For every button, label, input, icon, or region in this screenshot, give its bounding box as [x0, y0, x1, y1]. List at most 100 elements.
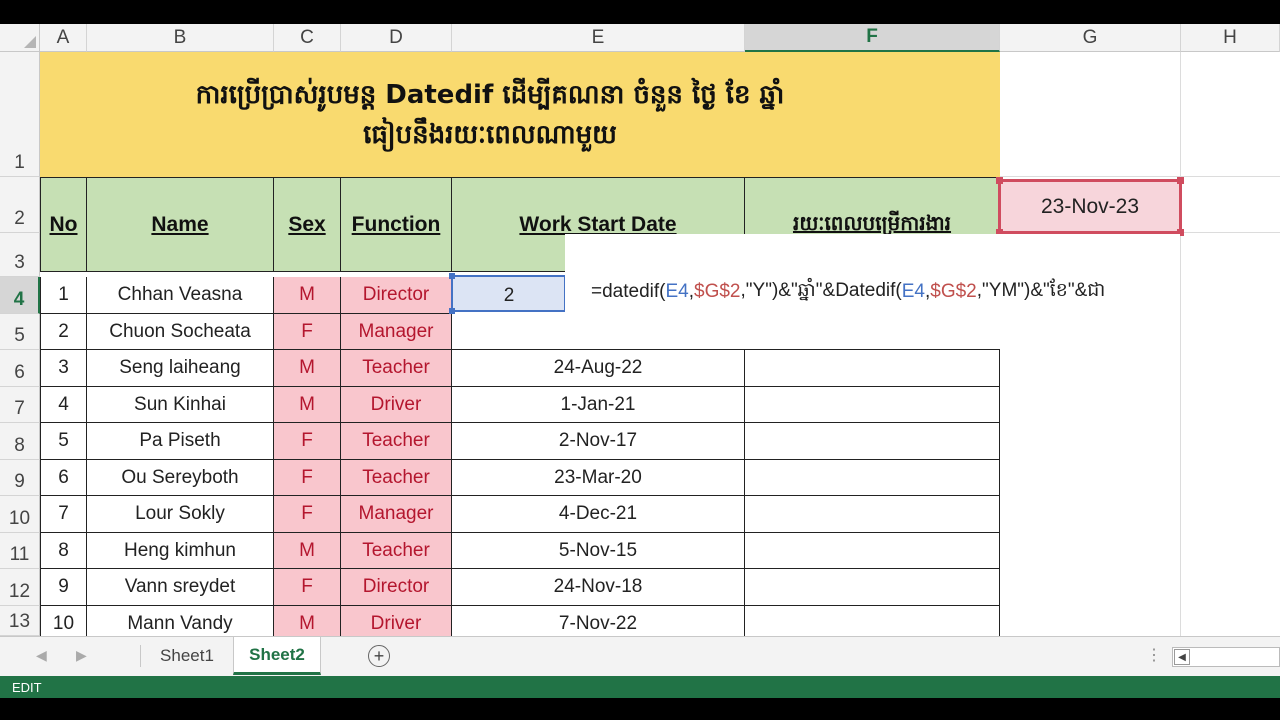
cell-function[interactable]: Director	[341, 277, 452, 314]
cell-date[interactable]: 5-Nov-15	[452, 533, 745, 569]
cell-duration[interactable]	[745, 569, 1000, 606]
cell-name[interactable]: Mann Vandy	[87, 606, 274, 636]
range-handle[interactable]	[1177, 177, 1184, 184]
row-header-4[interactable]: 4	[0, 277, 40, 314]
select-all-corner[interactable]	[0, 24, 40, 52]
cell-date[interactable]: 1-Jan-21	[452, 387, 745, 423]
formula-edit-box[interactable]: =datedif(E4, $G$2 ,"Y")&"ឆ្នាំ"&Datedif(E4…	[565, 234, 1180, 349]
cell-function[interactable]: Teacher	[341, 533, 452, 569]
col-header-c[interactable]: C	[274, 24, 341, 52]
cell-sex[interactable]: F	[274, 423, 341, 460]
cell-date[interactable]: 7-Nov-22	[452, 606, 745, 636]
cell-function[interactable]: Teacher	[341, 423, 452, 460]
cell-no[interactable]: 4	[40, 387, 87, 423]
cell-sex[interactable]: M	[274, 350, 341, 387]
col-header-d[interactable]: D	[341, 24, 452, 52]
cell-duration[interactable]	[745, 460, 1000, 496]
cell-date[interactable]: 24-Nov-18	[452, 569, 745, 606]
tab-scroll-left-icon[interactable]: ◀	[36, 647, 47, 664]
range-handle[interactable]	[996, 177, 1003, 184]
cell-duration[interactable]	[745, 606, 1000, 636]
row-header-5[interactable]: 5	[0, 314, 40, 350]
tab-scroll-right-icon[interactable]: ▶	[76, 647, 87, 664]
add-sheet-icon[interactable]: +	[368, 645, 390, 667]
cell-date[interactable]: 24-Aug-22	[452, 350, 745, 387]
cell-function[interactable]: Director	[341, 569, 452, 606]
cell-no[interactable]: 10	[40, 606, 87, 636]
formula-part: =datedif(	[591, 280, 666, 302]
spreadsheet-grid[interactable]: A B C D E F G H 1 2 3 4 5 6 7 8 9 10 11 …	[0, 24, 1280, 636]
scroll-left-icon[interactable]: ◀	[1174, 649, 1190, 665]
cell-name[interactable]: Heng kimhun	[87, 533, 274, 569]
cell-duration[interactable]	[745, 387, 1000, 423]
cell-date[interactable]: 23-Mar-20	[452, 460, 745, 496]
col-header-g[interactable]: G	[1000, 24, 1181, 52]
cell-no[interactable]: 3	[40, 350, 87, 387]
formula-ref-e4: E4	[901, 280, 925, 302]
row-header-7[interactable]: 7	[0, 387, 40, 423]
header-sex[interactable]: Sex	[274, 177, 341, 272]
cell-no[interactable]: 6	[40, 460, 87, 496]
cell-function[interactable]: Manager	[341, 314, 452, 350]
cell-name[interactable]: Sun Kinhai	[87, 387, 274, 423]
cell-function[interactable]: Teacher	[341, 350, 452, 387]
cell-sex[interactable]: F	[274, 496, 341, 533]
cell-sex[interactable]: F	[274, 314, 341, 350]
col-header-b[interactable]: B	[87, 24, 274, 52]
cell-name[interactable]: Pa Piseth	[87, 423, 274, 460]
row-header-6[interactable]: 6	[0, 350, 40, 387]
cell-name[interactable]: Lour Sokly	[87, 496, 274, 533]
row-header-3[interactable]: 3	[0, 233, 40, 277]
header-name[interactable]: Name	[87, 177, 274, 272]
more-options-icon[interactable]: ⋮	[1146, 645, 1162, 665]
title-banner[interactable]: ការប្រើប្រាស់រូបមន្ត Datedif ដើម្បីគណនា …	[40, 52, 1000, 177]
row-header-9[interactable]: 9	[0, 460, 40, 496]
formula-part: ,"Y")&"ឆ្នាំ"&Datedif(	[740, 279, 902, 301]
row-header-10[interactable]: 10	[0, 496, 40, 533]
cell-date[interactable]: 2-Nov-17	[452, 423, 745, 460]
cell-name[interactable]: Vann sreydet	[87, 569, 274, 606]
row-header-8[interactable]: 8	[0, 423, 40, 460]
cell-sex[interactable]: F	[274, 460, 341, 496]
cell-no[interactable]: 8	[40, 533, 87, 569]
cell-sex[interactable]: M	[274, 606, 341, 636]
cell-duration[interactable]	[745, 496, 1000, 533]
cell-sex[interactable]: M	[274, 533, 341, 569]
cell-function[interactable]: Manager	[341, 496, 452, 533]
cell-function[interactable]: Teacher	[341, 460, 452, 496]
cell-date[interactable]: 4-Dec-21	[452, 496, 745, 533]
reference-date-cell[interactable]: 23-Nov-23	[996, 177, 1184, 236]
header-function[interactable]: Function	[341, 177, 452, 272]
cell-duration[interactable]	[745, 423, 1000, 460]
cell-no[interactable]: 1	[40, 277, 87, 314]
cell-no[interactable]: 9	[40, 569, 87, 606]
col-header-e[interactable]: E	[452, 24, 745, 52]
row-header-13[interactable]: 13	[0, 606, 40, 636]
cell-no[interactable]: 2	[40, 314, 87, 350]
col-header-f[interactable]: F	[745, 24, 1000, 52]
cell-name[interactable]: Ou Sereyboth	[87, 460, 274, 496]
cell-function[interactable]: Driver	[341, 606, 452, 636]
formula-ref-e4: E4	[665, 280, 689, 302]
cell-sex[interactable]: M	[274, 277, 341, 314]
cell-sex[interactable]: M	[274, 387, 341, 423]
tab-sheet1[interactable]: Sheet1	[141, 637, 233, 675]
cell-name[interactable]: Chhan Veasna	[87, 277, 274, 314]
col-header-a[interactable]: A	[40, 24, 87, 52]
cell-duration[interactable]	[745, 533, 1000, 569]
row-header-11[interactable]: 11	[0, 533, 40, 569]
cell-no[interactable]: 7	[40, 496, 87, 533]
row-header-1[interactable]: 1	[0, 52, 40, 177]
cell-no[interactable]: 5	[40, 423, 87, 460]
cell-name[interactable]: Seng laiheang	[87, 350, 274, 387]
cell-name[interactable]: Chuon Socheata	[87, 314, 274, 350]
row-header-2[interactable]: 2	[0, 177, 40, 233]
col-header-h[interactable]: H	[1181, 24, 1280, 52]
cell-duration[interactable]	[745, 350, 1000, 387]
row-header-12[interactable]: 12	[0, 569, 40, 606]
header-no[interactable]: No	[40, 177, 87, 272]
cell-function[interactable]: Driver	[341, 387, 452, 423]
tab-sheet2[interactable]: Sheet2	[233, 637, 321, 675]
cell-sex[interactable]: F	[274, 569, 341, 606]
formula-ref-g2: $G$2	[930, 280, 977, 302]
